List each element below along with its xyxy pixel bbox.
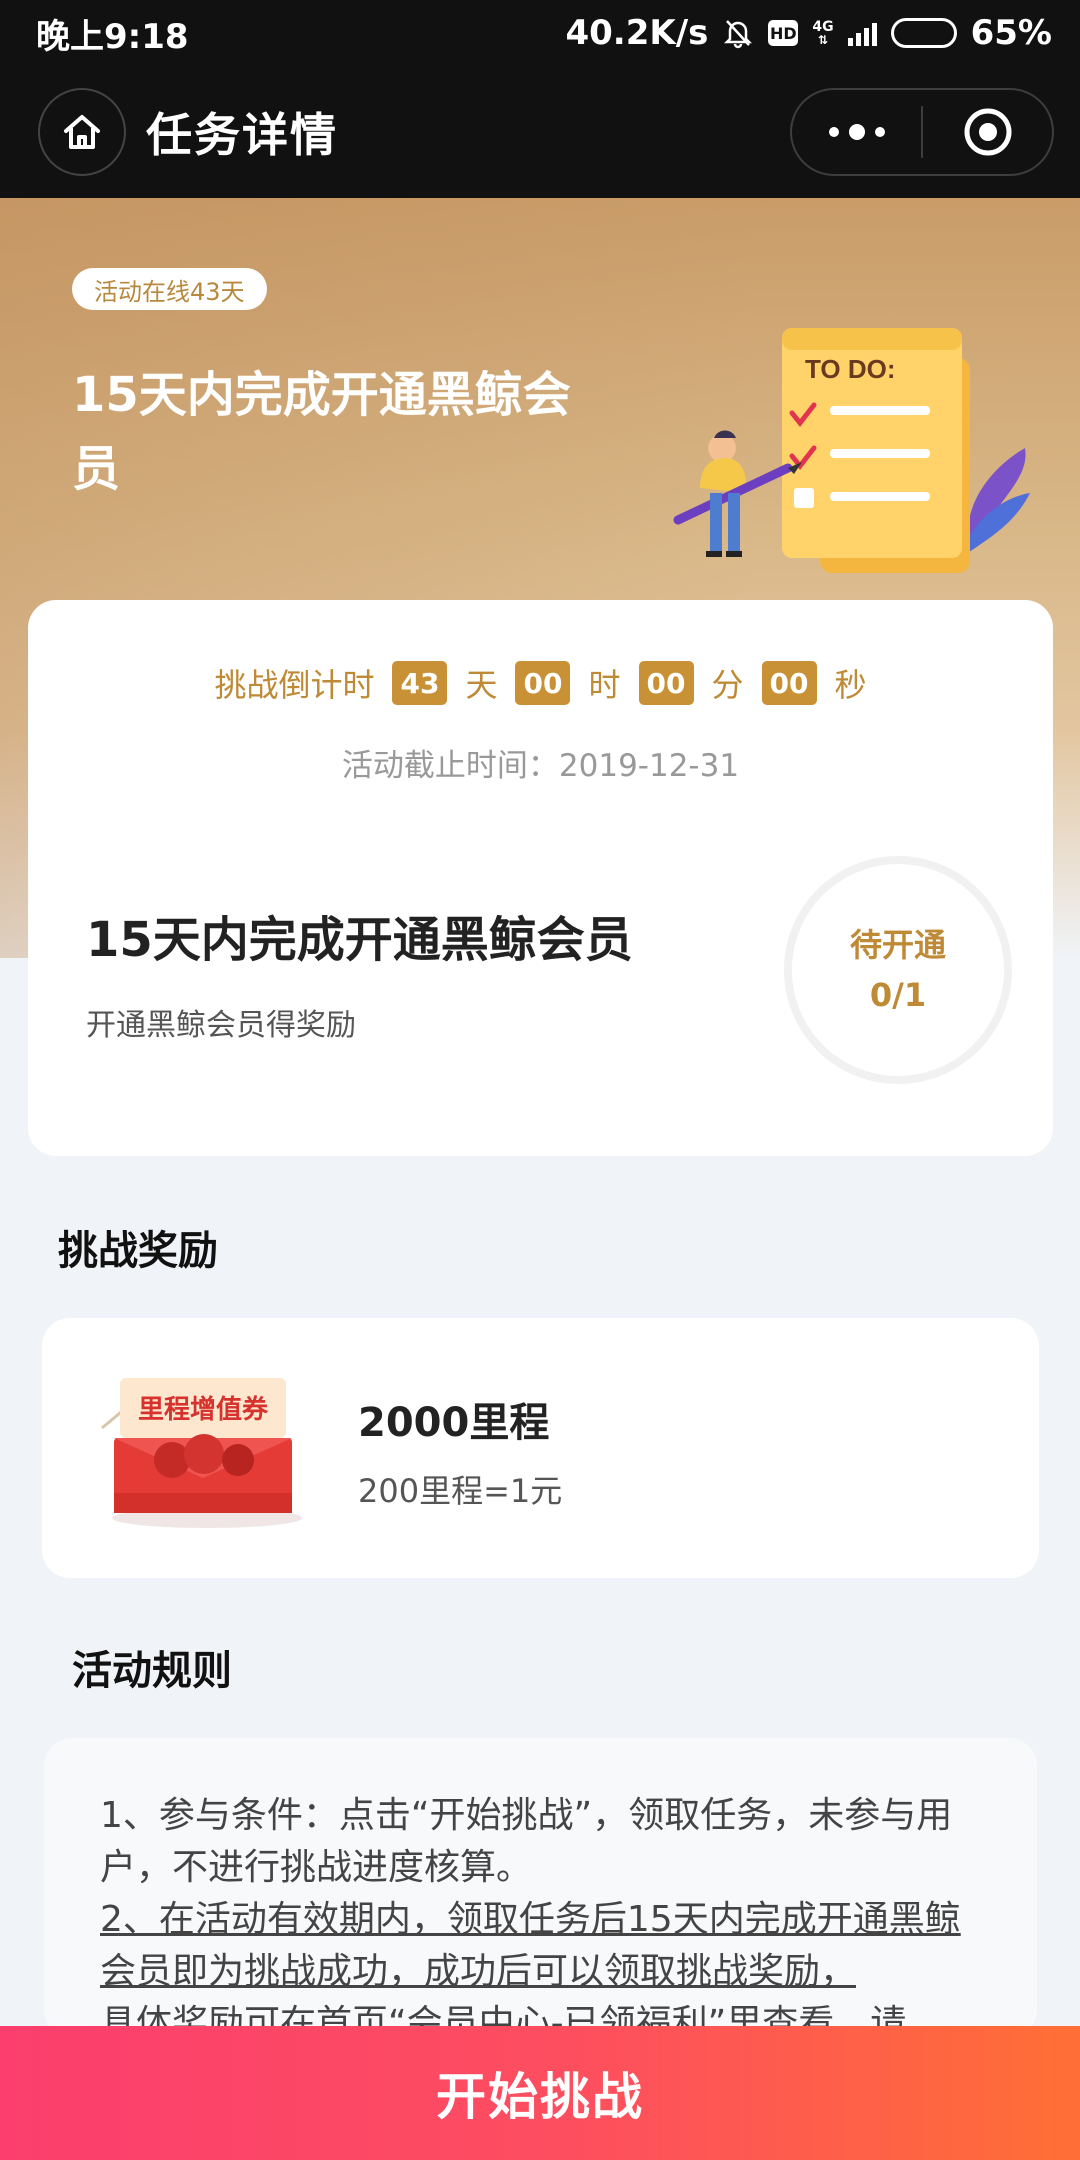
reward-rate: 200里程=1元 <box>358 1472 563 1510</box>
rules-section-title: 活动规则 <box>72 1648 232 1694</box>
battery-icon <box>890 18 957 48</box>
start-challenge-label: 开始挑战 <box>436 2068 644 2126</box>
task-progress-ring: 待开通 0/1 <box>784 856 1012 1084</box>
battery-percent: 65% <box>970 13 1052 53</box>
more-button[interactable] <box>792 90 921 174</box>
task-progress: 0/1 <box>869 976 927 1014</box>
countdown-seconds: 00 <box>761 661 817 705</box>
network-type-icon: 4G ⇅ <box>812 19 834 47</box>
countdown-days-unit: 天 <box>465 666 498 704</box>
more-dots-icon <box>828 124 885 140</box>
coupon-image: 里程增值券 <box>101 1378 302 1528</box>
todo-illustration: TO DO: <box>673 328 1030 573</box>
status-icons: 40.2K/s HD 4G ⇅ 65% <box>565 13 1052 53</box>
status-time: 晚上9:18 <box>36 16 189 57</box>
reward-name: 2000里程 <box>358 1400 550 1446</box>
network-speed: 40.2K/s <box>565 13 709 53</box>
countdown-seconds-unit: 秒 <box>834 666 867 704</box>
signal-icon <box>847 20 877 46</box>
online-days-badge: 活动在线43天 <box>72 268 267 310</box>
close-button[interactable] <box>923 90 1052 174</box>
hero-title: 15天内完成开通黑鲸会员 <box>72 367 571 497</box>
countdown-hours: 00 <box>515 661 571 705</box>
countdown-row: 挑战倒计时 43 天 00 时 00 分 00 秒 <box>28 660 1053 706</box>
rule-item-2: 2、在活动有效期内，领取任务后15天内完成开通黑鲸会员即为挑战成功，成功后可以领… <box>100 1899 961 1992</box>
reward-section-title: 挑战奖励 <box>58 1228 218 1274</box>
rule-item-1: 1、参与条件：点击“开始挑战”，领取任务，未参与用户，不进行挑战进度核算。 <box>100 1795 953 1888</box>
reward-card: 里程增值券 2000里程 200里程=1元 <box>42 1318 1039 1578</box>
countdown-days: 43 <box>392 661 448 705</box>
start-challenge-button[interactable]: 开始挑战 <box>0 2026 1080 2160</box>
coupon-label: 里程增值券 <box>138 1394 269 1425</box>
deadline-text: 活动截止时间：2019-12-31 <box>341 748 740 784</box>
task-status: 待开通 <box>849 926 946 964</box>
countdown-minutes: 00 <box>638 661 694 705</box>
hd-icon: HD <box>768 20 799 46</box>
nav-bar: 任务详情 <box>0 66 1080 198</box>
todo-text: TO DO: <box>805 354 896 384</box>
target-close-icon <box>964 108 1011 156</box>
capsule-menu <box>790 88 1054 176</box>
task-title: 15天内完成开通黑鲸会员 <box>86 912 633 968</box>
countdown-hours-unit: 时 <box>588 666 621 704</box>
bell-muted-icon <box>722 17 754 49</box>
countdown-label: 挑战倒计时 <box>214 666 375 704</box>
task-description: 开通黑鲸会员得奖励 <box>86 1008 356 1043</box>
countdown-minutes-unit: 分 <box>711 666 744 704</box>
home-button[interactable] <box>38 88 126 176</box>
page-title: 任务详情 <box>146 108 338 162</box>
task-card: 挑战倒计时 43 天 00 时 00 分 00 秒 活动截止时间：2019-12… <box>28 600 1053 1156</box>
rules-card: 1、参与条件：点击“开始挑战”，领取任务，未参与用户，不进行挑战进度核算。 2、… <box>44 1738 1037 2038</box>
home-icon <box>64 115 100 149</box>
status-bar: 晚上9:18 40.2K/s HD 4G ⇅ 65% <box>0 0 1080 66</box>
